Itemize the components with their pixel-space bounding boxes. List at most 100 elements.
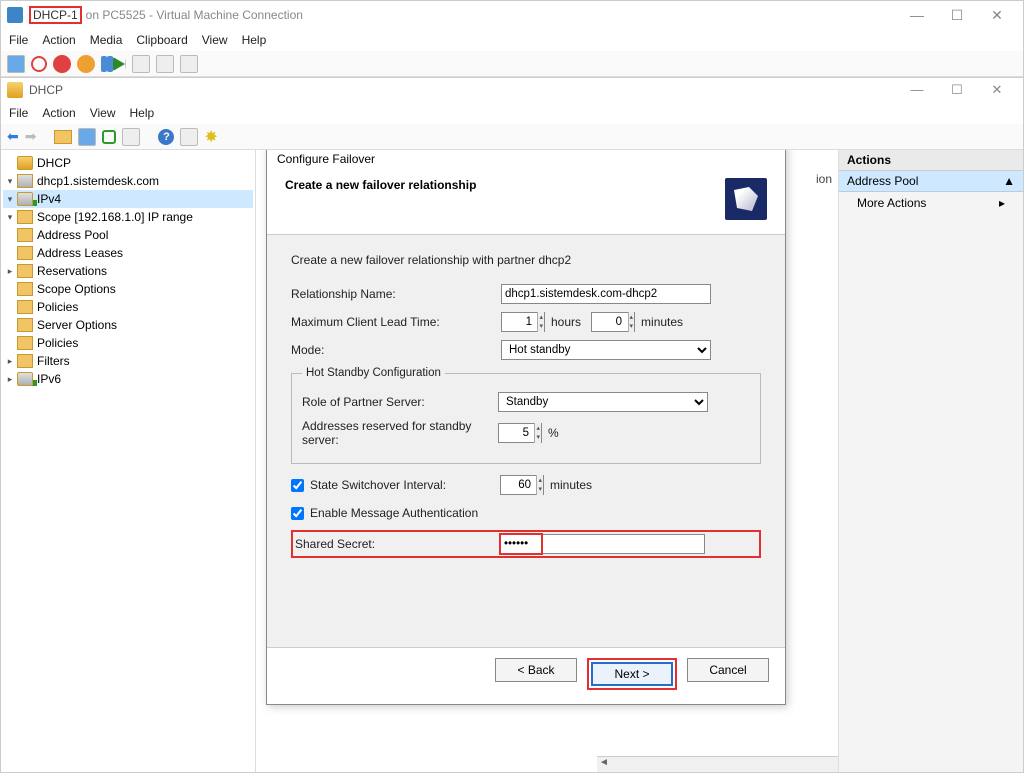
dialog-body: Create a new failover relationship with …: [267, 235, 785, 647]
revert-icon[interactable]: [156, 55, 174, 73]
tree-reservations[interactable]: ▸Reservations: [3, 262, 253, 280]
tree-pool[interactable]: ▸Address Pool: [3, 226, 253, 244]
start-icon[interactable]: [113, 57, 126, 71]
show-hide-icon[interactable]: [78, 128, 96, 146]
auth-label: Enable Message Authentication: [310, 506, 520, 520]
dhcp-menu-file[interactable]: File: [9, 106, 28, 120]
mclt-hours-spinner[interactable]: [501, 312, 545, 332]
dialog-heading: Create a new failover relationship: [285, 178, 476, 192]
close-button[interactable]: ✕: [977, 7, 1017, 24]
relationship-name-label: Relationship Name:: [291, 287, 501, 301]
mclt-minutes-spinner[interactable]: [591, 312, 635, 332]
vm-toolbar: [1, 51, 1023, 77]
dhcp-toolbar: ⬅ ➡ ? ✸: [1, 124, 1023, 150]
vm-menu-bar: File Action Media Clipboard View Help: [1, 29, 1023, 51]
dhcp-menu-bar: File Action View Help: [1, 102, 1023, 124]
tree-policies-scope[interactable]: ▸Policies: [3, 298, 253, 316]
back-arrow-icon[interactable]: ⬅: [7, 128, 19, 145]
next-button[interactable]: Next >: [591, 662, 673, 686]
minimize-button[interactable]: —: [897, 7, 937, 24]
dhcp-menu-view[interactable]: View: [90, 106, 116, 120]
menu-file[interactable]: File: [9, 33, 28, 47]
tree-server-options[interactable]: ▸Server Options: [3, 316, 253, 334]
tree-pane[interactable]: ▾DHCP ▾dhcp1.sistemdesk.com ▾IPv4 ▾Scope…: [1, 150, 256, 772]
export-icon[interactable]: [122, 128, 140, 146]
mclt-label: Maximum Client Lead Time:: [291, 315, 501, 329]
menu-help[interactable]: Help: [242, 33, 267, 47]
horizontal-scrollbar[interactable]: [597, 756, 838, 772]
menu-view[interactable]: View: [202, 33, 228, 47]
ssi-spinner[interactable]: [500, 475, 544, 495]
save-icon[interactable]: [77, 55, 95, 73]
tree-leases[interactable]: ▸Address Leases: [3, 244, 253, 262]
dhcp-maximize-button[interactable]: ☐: [937, 82, 977, 98]
tree-ipv6[interactable]: ▸IPv6: [3, 370, 253, 388]
secret-input[interactable]: [501, 535, 541, 553]
tree-ipv4[interactable]: ▾IPv4: [3, 190, 253, 208]
arrow-right-icon: ▸: [999, 196, 1005, 210]
menu-media[interactable]: Media: [90, 33, 123, 47]
dhcp-menu-help[interactable]: Help: [130, 106, 155, 120]
tree-scope[interactable]: ▾Scope [192.168.1.0] IP range: [3, 208, 253, 226]
secret-input-ext[interactable]: [543, 534, 705, 554]
maximize-button[interactable]: ☐: [937, 7, 977, 24]
enhanced-icon[interactable]: [180, 55, 198, 73]
role-label: Role of Partner Server:: [302, 395, 498, 409]
vm-window-controls: — ☐ ✕: [897, 7, 1017, 24]
mode-select[interactable]: Hot standby: [501, 340, 711, 360]
back-button[interactable]: < Back: [495, 658, 577, 682]
tree-policies[interactable]: ▸Policies: [3, 334, 253, 352]
menu-clipboard[interactable]: Clipboard: [136, 33, 187, 47]
vm-window: DHCP-1 on PC5525 - Virtual Machine Conne…: [0, 0, 1024, 773]
forward-arrow-icon[interactable]: ➡: [25, 128, 37, 145]
menu-action[interactable]: Action: [42, 33, 75, 47]
auth-checkbox[interactable]: [291, 507, 304, 520]
actions-header: Actions: [839, 150, 1023, 171]
minutes-unit: minutes: [641, 315, 683, 329]
actions-section[interactable]: Address Pool ▲: [839, 171, 1023, 192]
tree-scope-options[interactable]: ▸Scope Options: [3, 280, 253, 298]
pause-icon[interactable]: [101, 56, 107, 72]
ssi-unit: minutes: [550, 478, 592, 492]
reserved-spinner[interactable]: [498, 423, 542, 443]
dhcp-title: DHCP: [29, 83, 63, 97]
vm-titlebar[interactable]: DHCP-1 on PC5525 - Virtual Machine Conne…: [1, 1, 1023, 29]
secret-label: Shared Secret:: [295, 537, 499, 551]
filter-icon[interactable]: [180, 128, 198, 146]
cancel-button[interactable]: Cancel: [687, 658, 769, 682]
dialog-intro: Create a new failover relationship with …: [291, 253, 761, 267]
turnoff-icon[interactable]: [31, 56, 47, 72]
checkpoint-icon[interactable]: [132, 55, 150, 73]
star-icon[interactable]: ✸: [204, 127, 217, 147]
dialog-title: Configure Failover: [267, 150, 785, 172]
dhcp-minimize-button[interactable]: —: [897, 82, 937, 98]
refresh-icon[interactable]: [102, 130, 116, 144]
actions-more[interactable]: More Actions ▸: [839, 192, 1023, 214]
collapse-icon[interactable]: ▲: [1003, 174, 1015, 188]
dhcp-body: ▾DHCP ▾dhcp1.sistemdesk.com ▾IPv4 ▾Scope…: [1, 150, 1023, 772]
relationship-name-input[interactable]: [501, 284, 711, 304]
failover-icon: [725, 178, 767, 220]
dhcp-window-controls: — ☐ ✕: [897, 82, 1017, 98]
configure-failover-dialog: Configure Failover Create a new failover…: [266, 150, 786, 705]
help-icon[interactable]: ?: [158, 129, 174, 145]
dhcp-close-button[interactable]: ✕: [977, 82, 1017, 98]
folder-icon[interactable]: [54, 130, 72, 144]
dhcp-menu-action[interactable]: Action: [42, 106, 75, 120]
tree-root[interactable]: ▾DHCP: [3, 154, 253, 172]
ssi-label: State Switchover Interval:: [310, 478, 500, 492]
ctrl-alt-del-icon[interactable]: [7, 55, 25, 73]
ssi-checkbox[interactable]: [291, 479, 304, 492]
next-button-highlight: Next >: [587, 658, 677, 690]
role-select[interactable]: Standby: [498, 392, 708, 412]
dhcp-app-icon: [7, 82, 23, 98]
hot-standby-legend: Hot Standby Configuration: [302, 367, 445, 379]
dialog-footer: < Back Next > Cancel: [267, 647, 785, 704]
tree-server[interactable]: ▾dhcp1.sistemdesk.com: [3, 172, 253, 190]
tree-filters[interactable]: ▸Filters: [3, 352, 253, 370]
shutdown-icon[interactable]: [53, 55, 71, 73]
vm-app-icon: [7, 7, 23, 23]
hours-unit: hours: [551, 315, 581, 329]
dhcp-titlebar[interactable]: DHCP — ☐ ✕: [1, 78, 1023, 102]
dhcp-window: DHCP — ☐ ✕ File Action View Help ⬅ ➡ ? ✸: [1, 77, 1023, 772]
